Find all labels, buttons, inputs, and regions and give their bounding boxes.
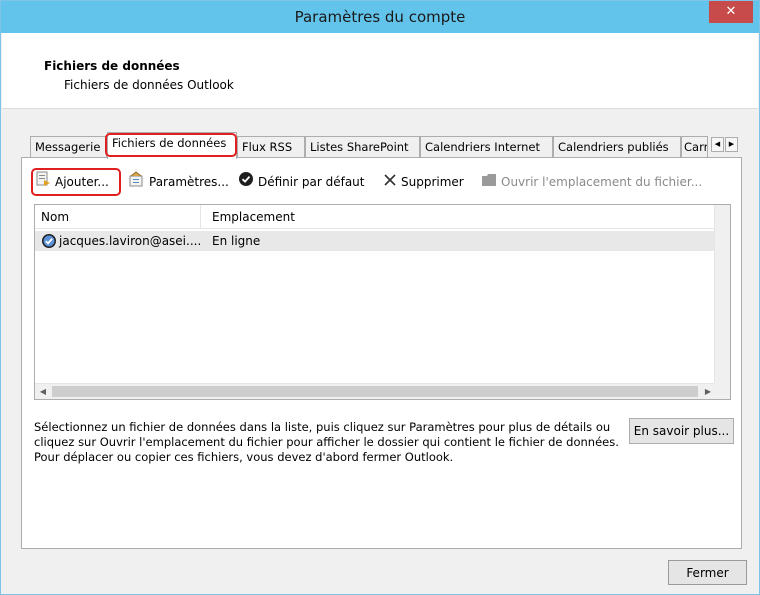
scroll-thumb[interactable] xyxy=(52,386,698,397)
folder-icon xyxy=(481,171,497,195)
tab-calendriers-publies[interactable]: Calendriers publiés xyxy=(553,136,681,158)
tab-fichiers-de-donnees[interactable]: Fichiers de données xyxy=(107,132,237,159)
add-button[interactable]: Ajouter... xyxy=(35,170,109,194)
column-header-nom[interactable]: Nom xyxy=(41,205,69,229)
tab-messagerie[interactable]: Messagerie xyxy=(30,136,107,158)
column-header-emplacement[interactable]: Emplacement xyxy=(212,205,295,229)
add-file-icon xyxy=(35,171,51,195)
dialog-header: Fichiers de données Fichiers de données … xyxy=(2,33,758,109)
scroll-left-arrow-icon[interactable]: ◀ xyxy=(35,384,51,400)
open-location-button[interactable]: Ouvrir l'emplacement du fichier... xyxy=(481,170,702,194)
default-checkmark-icon xyxy=(41,233,57,249)
list-header: Nom Emplacement xyxy=(35,205,716,229)
table-row[interactable]: jacques.laviron@asei.... En ligne xyxy=(35,231,716,251)
info-text: Sélectionnez un fichier de données dans … xyxy=(34,420,619,464)
close-window-button[interactable]: ✕ xyxy=(709,1,753,23)
horizontal-scrollbar[interactable]: ◀ ▶ xyxy=(35,383,716,399)
data-files-panel: Ajouter... Paramètres... Définir par déf… xyxy=(21,157,742,549)
open-location-button-label: Ouvrir l'emplacement du fichier... xyxy=(501,175,703,189)
tab-strip: Messagerie Fichiers de données Flux RSS … xyxy=(30,132,750,159)
delete-x-icon xyxy=(383,171,397,195)
account-settings-dialog: Paramètres du compte ✕ Fichiers de donné… xyxy=(0,0,760,595)
learn-more-button[interactable]: En savoir plus... xyxy=(629,418,734,444)
delete-button-label: Supprimer xyxy=(401,175,464,189)
tab-calendriers-internet[interactable]: Calendriers Internet xyxy=(420,136,553,158)
header-title: Fichiers de données xyxy=(44,59,180,73)
data-files-list: Nom Emplacement jacques.laviron@asei....… xyxy=(34,204,731,400)
settings-icon xyxy=(129,170,145,195)
vertical-scrollbar[interactable] xyxy=(714,205,730,383)
title-bar[interactable]: Paramètres du compte ✕ xyxy=(1,1,759,33)
tab-scroll-right-button[interactable]: ▶ xyxy=(725,137,738,152)
set-default-button[interactable]: Définir par défaut xyxy=(238,170,364,194)
tab-flux-rss[interactable]: Flux RSS xyxy=(237,136,305,158)
header-subtitle: Fichiers de données Outlook xyxy=(64,78,234,92)
tab-listes-sharepoint[interactable]: Listes SharePoint xyxy=(305,136,420,158)
settings-button-label: Paramètres... xyxy=(149,175,229,189)
window-title: Paramètres du compte xyxy=(294,8,466,26)
checkmark-circle-icon xyxy=(238,171,254,195)
close-button[interactable]: Fermer xyxy=(668,560,747,585)
delete-button[interactable]: Supprimer xyxy=(383,170,464,194)
tab-scroll-left-button[interactable]: ◀ xyxy=(711,137,724,152)
settings-button[interactable]: Paramètres... xyxy=(129,170,229,194)
scrollbar-corner xyxy=(714,383,730,399)
column-divider[interactable] xyxy=(200,205,201,228)
set-default-button-label: Définir par défaut xyxy=(258,175,365,189)
toolbar: Ajouter... Paramètres... Définir par déf… xyxy=(31,168,732,196)
row-location: En ligne xyxy=(212,234,261,248)
add-button-label: Ajouter... xyxy=(55,175,109,189)
row-name: jacques.laviron@asei.... xyxy=(59,234,202,248)
tab-carnets-adresses[interactable]: Carnets d'adresses xyxy=(681,136,708,158)
